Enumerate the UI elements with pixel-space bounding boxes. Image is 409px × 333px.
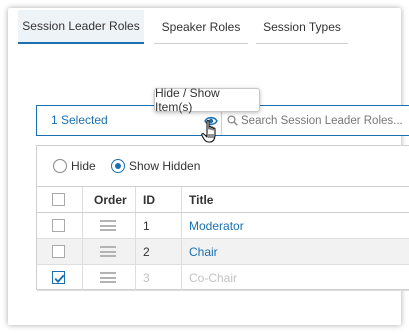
tab-label: Speaker Roles xyxy=(161,19,241,34)
drag-handle-icon[interactable] xyxy=(100,272,116,283)
hide-show-tooltip: Hide / Show Item(s) xyxy=(154,86,260,114)
table-row[interactable]: 3 Co-Chair xyxy=(37,265,409,291)
column-header-order[interactable]: Order xyxy=(94,187,127,212)
row-title-link[interactable]: Moderator xyxy=(189,213,244,238)
tab-session-leader-roles[interactable]: Session Leader Roles xyxy=(18,10,144,44)
table-row[interactable]: 2 Chair xyxy=(37,239,409,265)
column-header-title[interactable]: Title xyxy=(189,187,213,212)
column-header-id[interactable]: ID xyxy=(143,187,155,212)
tab-label: Session Types xyxy=(263,19,341,34)
row-title-link[interactable]: Chair xyxy=(189,239,218,264)
table-header: Order ID Title xyxy=(37,186,409,213)
tab-session-types[interactable]: Session Types xyxy=(256,10,348,44)
hand-cursor-icon xyxy=(201,119,216,143)
hide-radio[interactable] xyxy=(53,159,67,173)
row-checkbox[interactable] xyxy=(52,245,65,258)
search-icon xyxy=(227,115,238,126)
checkmark-icon xyxy=(54,274,65,283)
table-row[interactable]: 1 Moderator xyxy=(37,213,409,239)
select-all-cell[interactable] xyxy=(52,187,65,212)
row-id: 3 xyxy=(143,270,150,285)
row-id: 1 xyxy=(143,218,150,233)
row-title-link[interactable]: Co-Chair xyxy=(189,265,237,290)
hide-label: Hide xyxy=(71,159,96,173)
tab-speaker-roles[interactable]: Speaker Roles xyxy=(154,10,248,44)
search-input[interactable] xyxy=(241,109,406,132)
row-id: 2 xyxy=(143,244,150,259)
selected-count[interactable]: 1 Selected xyxy=(51,106,108,135)
roles-grid: Hide Show Hidden Order ID Title 1 Modera… xyxy=(36,145,409,291)
show-hidden-label: Show Hidden xyxy=(129,159,201,173)
tab-label: Session Leader Roles xyxy=(22,19,140,33)
row-checkbox[interactable] xyxy=(52,271,65,284)
drag-handle-icon[interactable] xyxy=(100,220,116,231)
show-hidden-radio[interactable] xyxy=(111,159,125,173)
show-hidden-option[interactable]: Show Hidden xyxy=(111,159,200,173)
hide-option[interactable]: Hide xyxy=(53,159,96,173)
tooltip-text: Hide / Show Item(s) xyxy=(155,86,220,114)
row-checkbox[interactable] xyxy=(52,219,65,232)
select-all-checkbox[interactable] xyxy=(52,193,65,206)
drag-handle-icon[interactable] xyxy=(100,246,116,257)
